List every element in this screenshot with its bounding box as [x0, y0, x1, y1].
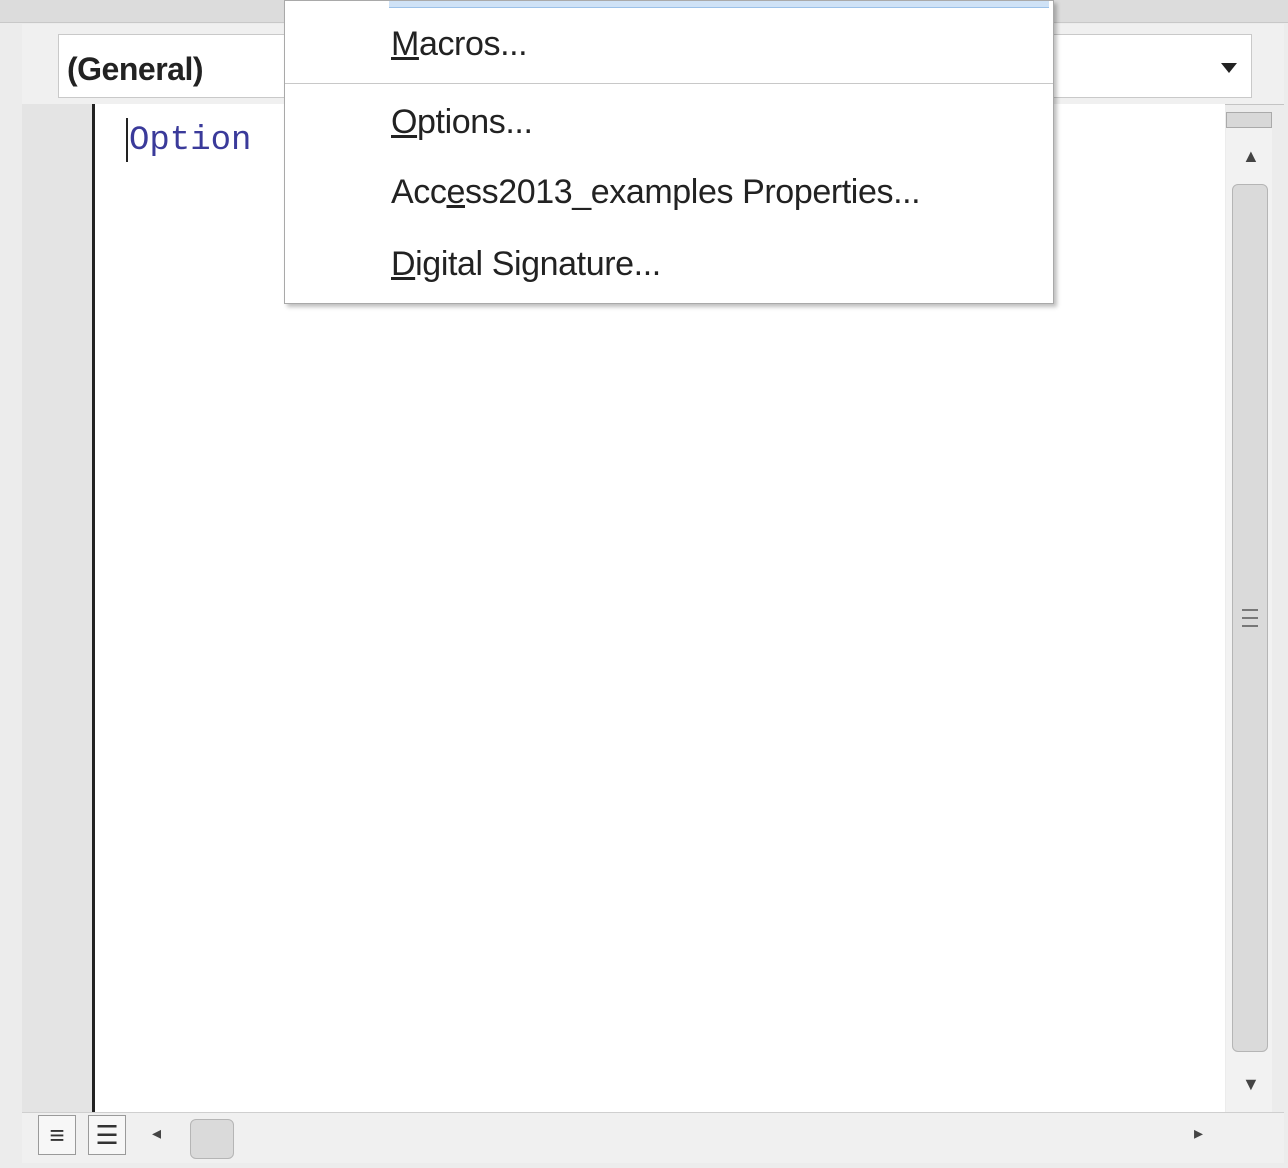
full-module-view-button[interactable]: ☰: [88, 1115, 126, 1155]
arrow-right-icon[interactable]: ▸: [1194, 1123, 1203, 1144]
chevron-down-icon[interactable]: [1221, 63, 1237, 73]
menu-item-digital-signature[interactable]: Digital Signature...: [391, 245, 661, 284]
tools-dropdown-menu: Macros... Options... Access2013_examples…: [284, 0, 1054, 304]
accelerator-key: O: [391, 103, 418, 141]
procedure-view-button[interactable]: ≡: [38, 1115, 76, 1155]
arrow-left-icon[interactable]: ◂: [152, 1123, 161, 1144]
grip-line: [1242, 617, 1258, 619]
grip-line: [1242, 625, 1258, 627]
bottom-bar: ≡ ☰ ◂ ▸: [22, 1112, 1284, 1163]
object-combo-value: (General): [67, 51, 203, 87]
menu-item-label: Digital Signature...: [391, 245, 661, 283]
grip-line: [1242, 609, 1258, 611]
accelerator-key: D: [391, 245, 416, 283]
menu-item-macros[interactable]: Macros...: [391, 25, 528, 64]
menu-highlight-remnant: [389, 1, 1049, 8]
accelerator-key: e: [446, 173, 465, 211]
horizontal-scroll-thumb[interactable]: [190, 1119, 234, 1159]
menu-item-options[interactable]: Options...: [391, 103, 533, 142]
code-window: (General) Option ▲ ▼ ≡ ☰ ◂ ▸ Macros... O…: [0, 0, 1288, 1168]
margin-indicator-bar[interactable]: [22, 104, 95, 1112]
accelerator-key: M: [391, 25, 419, 63]
menu-item-label: Macros...: [391, 25, 528, 63]
arrow-up-icon[interactable]: ▲: [1242, 146, 1260, 167]
menu-item-label: Access2013_examples Properties...: [391, 173, 921, 211]
vertical-scrollbar[interactable]: ▲ ▼: [1226, 112, 1272, 1112]
menu-separator: [285, 83, 1053, 84]
vertical-scroll-thumb[interactable]: [1232, 184, 1268, 1052]
menu-item-project-properties[interactable]: Access2013_examples Properties...: [391, 173, 921, 212]
menu-item-label: Options...: [391, 103, 533, 141]
split-bar[interactable]: [1226, 112, 1272, 128]
text-caret: [126, 118, 128, 162]
code-line: Option: [129, 122, 252, 160]
arrow-down-icon[interactable]: ▼: [1242, 1074, 1260, 1095]
